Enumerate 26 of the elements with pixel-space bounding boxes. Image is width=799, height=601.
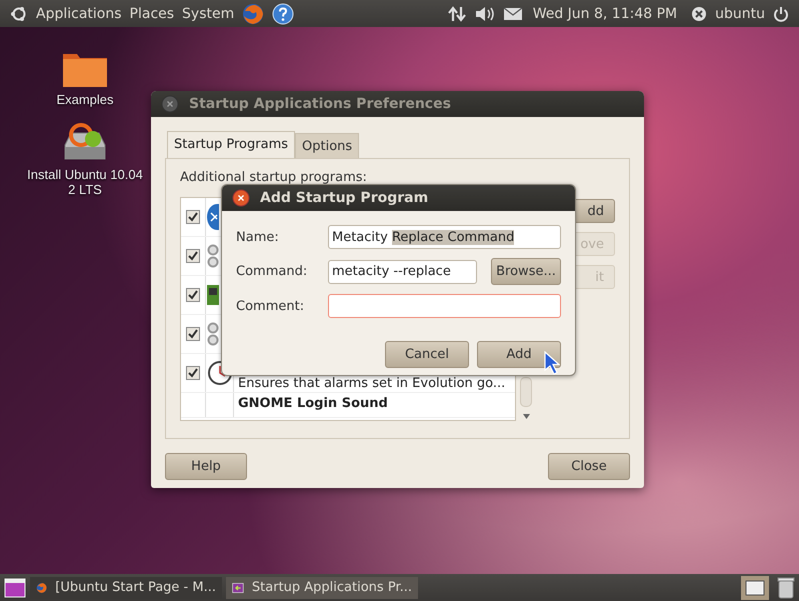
taskbar-item[interactable]: [Ubuntu Start Page - M... <box>30 576 222 598</box>
panel-menu[interactable]: Applications <box>36 6 122 22</box>
tab[interactable]: Options <box>295 133 360 159</box>
field-label: Command: <box>236 264 308 279</box>
program-name: GNOME Login Sound <box>238 396 388 411</box>
dialog-button[interactable]: Cancel <box>385 341 469 368</box>
window-title: Startup Applications Preferences <box>189 96 451 112</box>
dialog-button[interactable]: Help <box>165 453 247 480</box>
program-description: Ensures that alarms set in Evolution go... <box>238 376 506 391</box>
field-label: Comment: <box>236 298 306 314</box>
dialog-button[interactable]: Add <box>477 341 561 368</box>
user-menu[interactable]: ubuntu <box>715 6 765 22</box>
panel-menu[interactable]: System <box>182 6 234 22</box>
desktop-icon-label[interactable]: Install Ubuntu 10.04 2 LTS <box>27 167 143 197</box>
input-field[interactable]: metacity --replace <box>328 260 477 284</box>
taskbar-item[interactable]: Startup Applications Pr... <box>226 576 418 598</box>
field-label: Name: <box>236 230 280 244</box>
input-field[interactable]: Metacity Replace Command <box>328 225 561 249</box>
tab[interactable]: Startup Programs <box>167 131 296 159</box>
desktop-icon-label[interactable]: Examples <box>56 92 114 107</box>
dialog-button[interactable]: Close <box>548 453 630 480</box>
clock[interactable]: Wed Jun 8, 11:48 PM <box>532 6 678 22</box>
list-label: Additional startup programs: <box>180 170 368 185</box>
browse-button[interactable]: Browse... <box>491 258 561 285</box>
window-title: Add Startup Program <box>260 190 428 206</box>
panel-menu[interactable]: Places <box>130 6 174 22</box>
